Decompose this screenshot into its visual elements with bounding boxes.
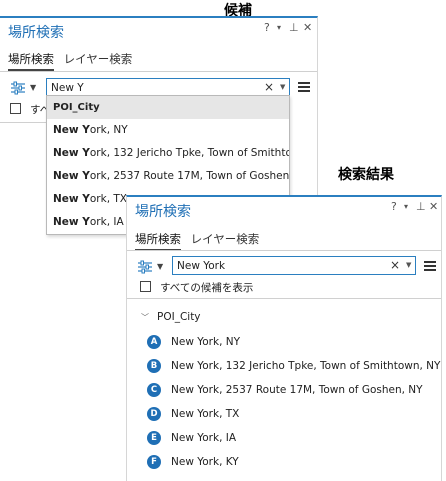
- hamburger-menu-icon[interactable]: [298, 82, 310, 92]
- suggestion-item[interactable]: New York, 2537 Route 17M, Town of Goshen…: [47, 165, 289, 188]
- tab-bar: 場所検索 レイヤー検索: [135, 231, 265, 251]
- suggestion-match: New Y: [53, 147, 90, 159]
- result-item[interactable]: C New York, 2537 Route 17M, Town of Goshe…: [147, 383, 423, 399]
- filter-options-icon[interactable]: [10, 81, 28, 95]
- suggestion-rest: ork, NY: [89, 124, 128, 136]
- tab-locate[interactable]: 場所検索: [135, 231, 181, 251]
- options-dropdown-icon[interactable]: ▼: [157, 262, 163, 271]
- clear-icon[interactable]: ×: [390, 257, 400, 274]
- tab-locate[interactable]: 場所検索: [8, 51, 54, 71]
- suggestion-item[interactable]: New York, NY: [47, 119, 289, 142]
- result-item[interactable]: E New York, IA: [147, 431, 236, 447]
- result-badge: D: [147, 407, 161, 421]
- divider: [127, 298, 441, 299]
- tab-bar: 場所検索 レイヤー検索: [8, 51, 138, 71]
- suggestion-rest: ork, 2537 Route 17M, Town of Goshen, NY: [89, 170, 290, 182]
- divider: [0, 71, 317, 72]
- hamburger-menu-icon[interactable]: [424, 261, 436, 271]
- suggestion-match: New Y: [53, 216, 90, 228]
- suggestion-rest: ork, IA: [89, 216, 124, 228]
- search-input[interactable]: [173, 257, 415, 274]
- pane-title: 場所検索: [8, 25, 64, 41]
- tab-layer-search[interactable]: レイヤー検索: [191, 231, 260, 249]
- caption-results: 検索結果: [338, 167, 394, 183]
- pin-icon[interactable]: ⊥: [289, 21, 299, 34]
- show-all-label: すべての候補を表示: [160, 282, 254, 294]
- search-box[interactable]: × ▼: [172, 256, 416, 275]
- suggestion-group-header: POI_City: [47, 96, 289, 119]
- suggestion-rest: ork, 132 Jericho Tpke, Town of Smithtown…: [89, 147, 289, 159]
- help-button[interactable]: ?: [391, 200, 397, 213]
- result-text: New York, 132 Jericho Tpke, Town of Smit…: [171, 360, 441, 372]
- suggestion-match: New Y: [53, 170, 90, 182]
- result-badge: E: [147, 431, 161, 445]
- tab-layer-search[interactable]: レイヤー検索: [64, 51, 133, 69]
- options-dropdown-icon[interactable]: ▼: [30, 83, 36, 92]
- close-button[interactable]: ✕: [429, 200, 438, 213]
- divider: [0, 122, 46, 123]
- close-button[interactable]: ✕: [303, 21, 312, 34]
- suggestion-item[interactable]: New York, 132 Jericho Tpke, Town of Smit…: [47, 142, 289, 165]
- search-input[interactable]: [47, 79, 289, 96]
- clear-icon[interactable]: ×: [264, 79, 274, 96]
- result-text: New York, TX: [171, 408, 240, 420]
- pane-menu-button[interactable]: ▾: [277, 23, 281, 32]
- result-item[interactable]: B New York, 132 Jericho Tpke, Town of Smi…: [147, 359, 440, 375]
- pin-icon[interactable]: ⊥: [416, 200, 426, 213]
- chevron-down-icon[interactable]: ﹀: [141, 312, 149, 323]
- suggestion-rest: ork, TX: [89, 193, 127, 205]
- result-item[interactable]: D New York, TX: [147, 407, 239, 423]
- result-badge: C: [147, 383, 161, 397]
- result-text: New York, KY: [171, 456, 239, 468]
- filter-options-icon[interactable]: [137, 260, 155, 274]
- suggestion-match: New Y: [53, 193, 90, 205]
- show-all-checkbox[interactable]: [10, 103, 21, 114]
- pane-title: 場所検索: [135, 204, 191, 220]
- locate-pane-results: 場所検索 ? ▾ ⊥ ✕ 場所検索 レイヤー検索 ▼ × ▼ すべての候補を表示…: [126, 195, 442, 481]
- suggestion-dropdown-icon[interactable]: ▼: [406, 257, 411, 274]
- divider: [127, 250, 441, 251]
- result-text: New York, NY: [171, 336, 241, 348]
- result-item[interactable]: F New York, KY: [147, 455, 239, 471]
- suggestion-match: New Y: [53, 124, 90, 136]
- help-button[interactable]: ?: [264, 21, 270, 34]
- result-badge: F: [147, 455, 161, 469]
- suggestion-dropdown-icon[interactable]: ▼: [280, 79, 285, 96]
- result-group-label: POI_City: [157, 311, 201, 323]
- result-text: New York, IA: [171, 432, 237, 444]
- show-all-checkbox[interactable]: [140, 281, 151, 292]
- result-text: New York, 2537 Route 17M, Town of Goshen…: [171, 384, 423, 396]
- result-badge: B: [147, 359, 161, 373]
- pane-menu-button[interactable]: ▾: [404, 202, 408, 211]
- result-item[interactable]: A New York, NY: [147, 335, 240, 351]
- result-badge: A: [147, 335, 161, 349]
- result-group-header[interactable]: ﹀ POI_City: [141, 311, 201, 323]
